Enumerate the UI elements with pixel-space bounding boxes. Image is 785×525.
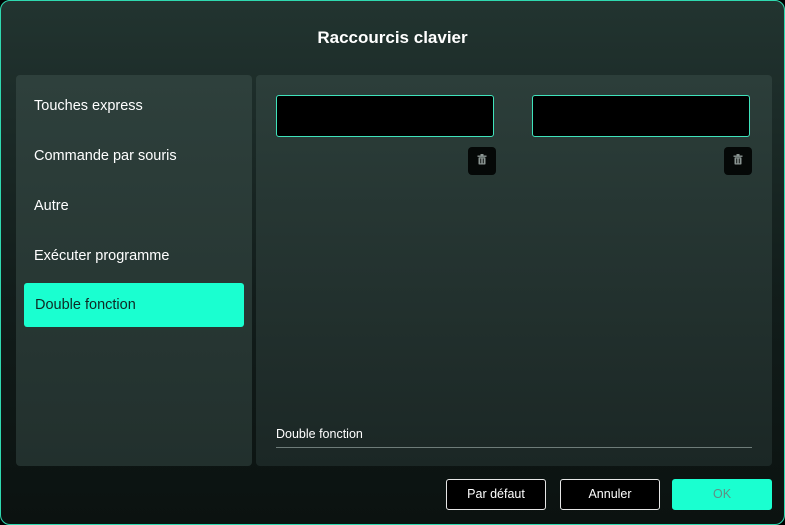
- key-input-1[interactable]: [276, 95, 494, 137]
- key-input-2[interactable]: [532, 95, 750, 137]
- ok-button[interactable]: OK: [672, 479, 772, 510]
- sidebar-item-commande-souris[interactable]: Commande par souris: [24, 134, 244, 178]
- cancel-button[interactable]: Annuler: [560, 479, 660, 510]
- delete-key-2-button[interactable]: [724, 147, 752, 175]
- sidebar-item-executer-programme[interactable]: Exécuter programme: [24, 234, 244, 278]
- shortcuts-dialog: Raccourcis clavier Touches express Comma…: [0, 0, 785, 525]
- dialog-title: Raccourcis clavier: [317, 28, 468, 47]
- sidebar-item-autre[interactable]: Autre: [24, 184, 244, 228]
- content-panel: Double fonction: [256, 75, 772, 466]
- default-button[interactable]: Par défaut: [446, 479, 546, 510]
- delete-key-1-button[interactable]: [468, 147, 496, 175]
- sidebar-item-double-fonction[interactable]: Double fonction: [24, 283, 244, 327]
- trash-icon: [733, 152, 743, 170]
- sidebar-item-touches-express[interactable]: Touches express: [24, 84, 244, 128]
- trash-icon: [477, 152, 487, 170]
- double-function-label: Double fonction: [276, 427, 752, 448]
- sidebar: Touches express Commande par souris Autr…: [16, 75, 252, 466]
